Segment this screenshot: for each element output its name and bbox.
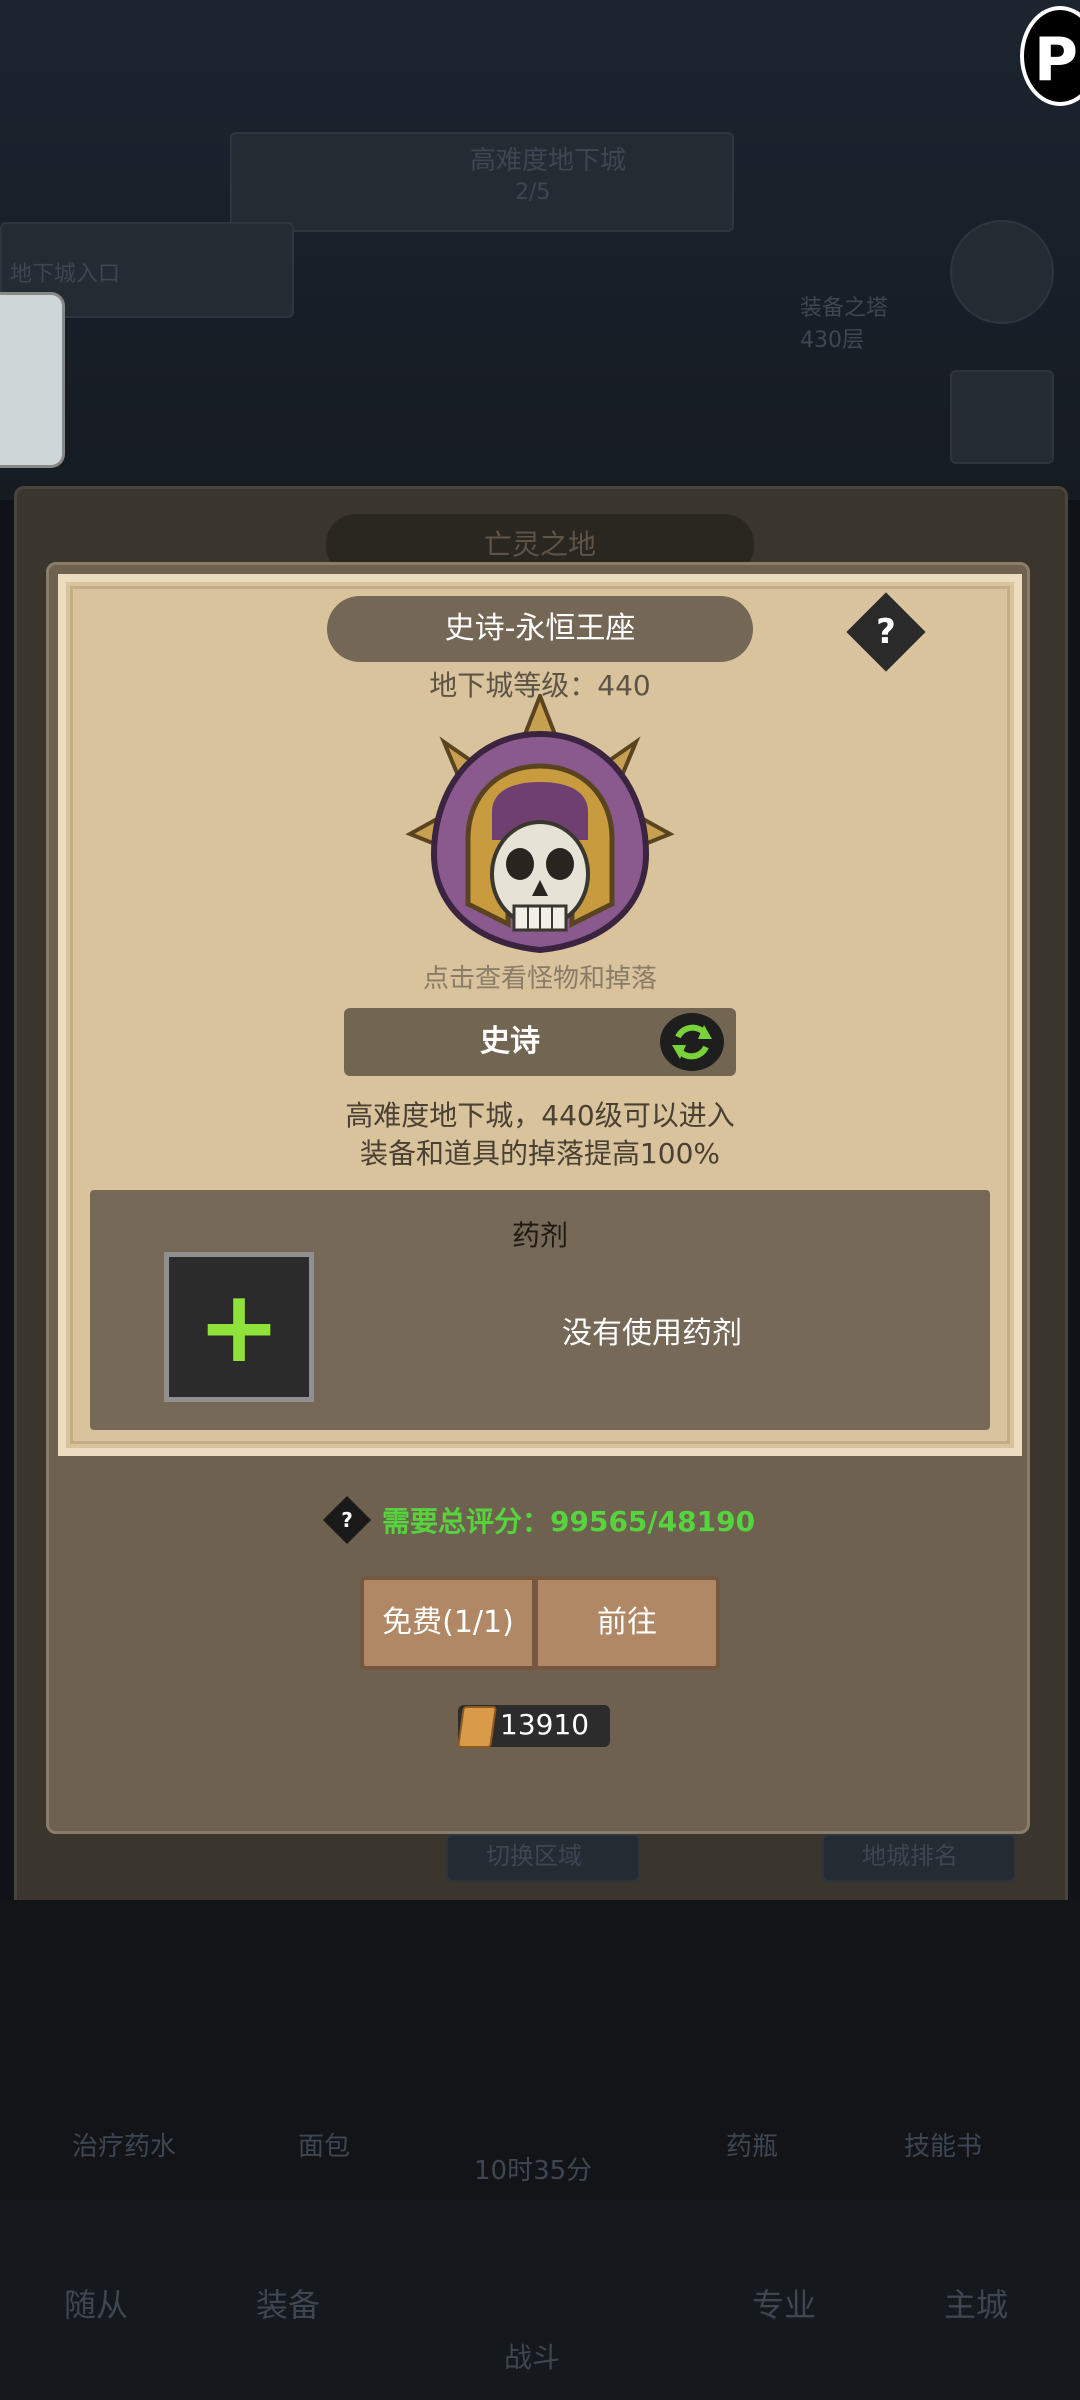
bg-switch-area-label: 切换区域	[486, 1842, 582, 1870]
nav-item-main-city: 主城	[944, 2286, 1009, 2324]
bg-ranking-label: 地城排名	[862, 1842, 958, 1870]
nav-item-equipment: 装备	[256, 2286, 321, 2324]
refresh-icon[interactable]	[660, 1013, 724, 1071]
bg-banner-sub: 2/5	[515, 180, 551, 205]
hud-timer: 10时35分	[474, 2156, 593, 2186]
player-avatar[interactable]	[0, 292, 65, 468]
requirement-help-label[interactable]: ?	[330, 1503, 364, 1537]
nav-item-profession: 专业	[752, 2286, 817, 2324]
bg-shop-icon	[950, 370, 1054, 464]
tap-hint: 点击查看怪物和掉落	[422, 964, 657, 994]
bg-left-tag: 地下城入口	[10, 262, 121, 287]
free-button[interactable]: 免费(1/1)	[360, 1576, 536, 1670]
scroll-icon	[457, 1706, 497, 1748]
hud-item-bottle: 药瓶	[726, 2132, 779, 2162]
hud-item-heal-potion: 治疗药水	[72, 2132, 177, 2162]
dungeon-title: 史诗-永恒王座	[327, 596, 753, 662]
dungeon-desc-line1: 高难度地下城，440级可以进入	[345, 1099, 735, 1132]
currency-value: 13910	[500, 1708, 590, 1741]
bg-banner-title: 高难度地下城	[470, 146, 627, 176]
requirement-text: 需要总评分：99565/48190	[382, 1505, 756, 1538]
potion-title: 药剂	[511, 1219, 568, 1252]
bg-right-label-sub: 430层	[800, 328, 864, 353]
potion-empty-text: 没有使用药剂	[562, 1316, 742, 1351]
nav-item-battle: 战斗	[504, 2341, 561, 2374]
hud-item-skillbook: 技能书	[904, 2132, 983, 2162]
helmet-skull-icon[interactable]	[404, 694, 676, 964]
bg-gear-icon	[950, 220, 1054, 324]
hud-item-bread: 面包	[298, 2132, 351, 2162]
bg-right-label: 装备之塔	[800, 296, 889, 321]
plus-icon[interactable]: +	[164, 1252, 314, 1402]
nav-item-followers: 随从	[64, 2286, 129, 2324]
dungeon-desc-line2: 装备和道具的掉落提高100%	[359, 1137, 721, 1170]
help-button-label[interactable]: ?	[858, 604, 914, 660]
go-button[interactable]: 前往	[534, 1576, 720, 1670]
